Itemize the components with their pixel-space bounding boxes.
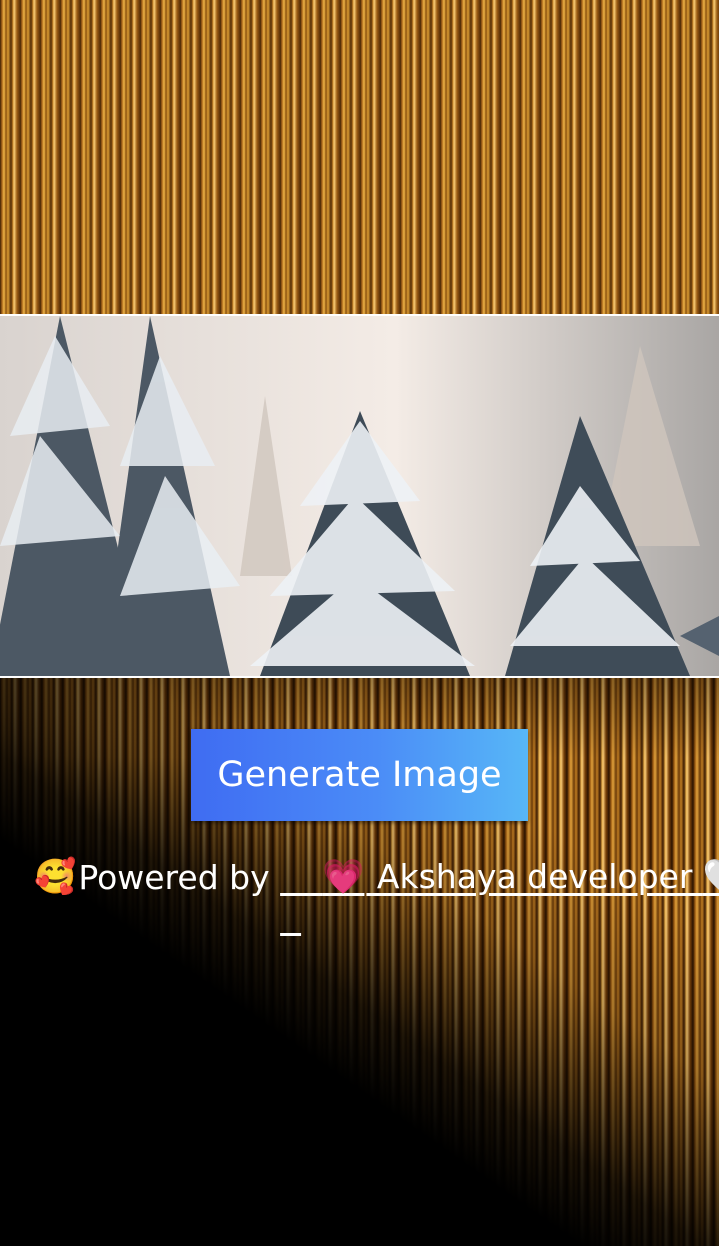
white-heart-emoji: 🤍 (703, 857, 719, 897)
pink-heart-emoji: 💗 (322, 857, 365, 897)
developer-link-label: Akshaya developer (366, 857, 703, 896)
developer-link[interactable]: 💗 Akshaya developer 🤍 (280, 818, 719, 936)
generate-image-button[interactable]: Generate Image (191, 729, 528, 821)
generated-image (0, 314, 719, 678)
credit-line: 🥰 Powered by 💗 Akshaya developer 🤍 (34, 853, 719, 901)
smiling-hearts-emoji: 🥰 (34, 857, 77, 897)
credit-prefix: Powered by (78, 857, 281, 897)
golden-streaks-top (0, 0, 719, 314)
